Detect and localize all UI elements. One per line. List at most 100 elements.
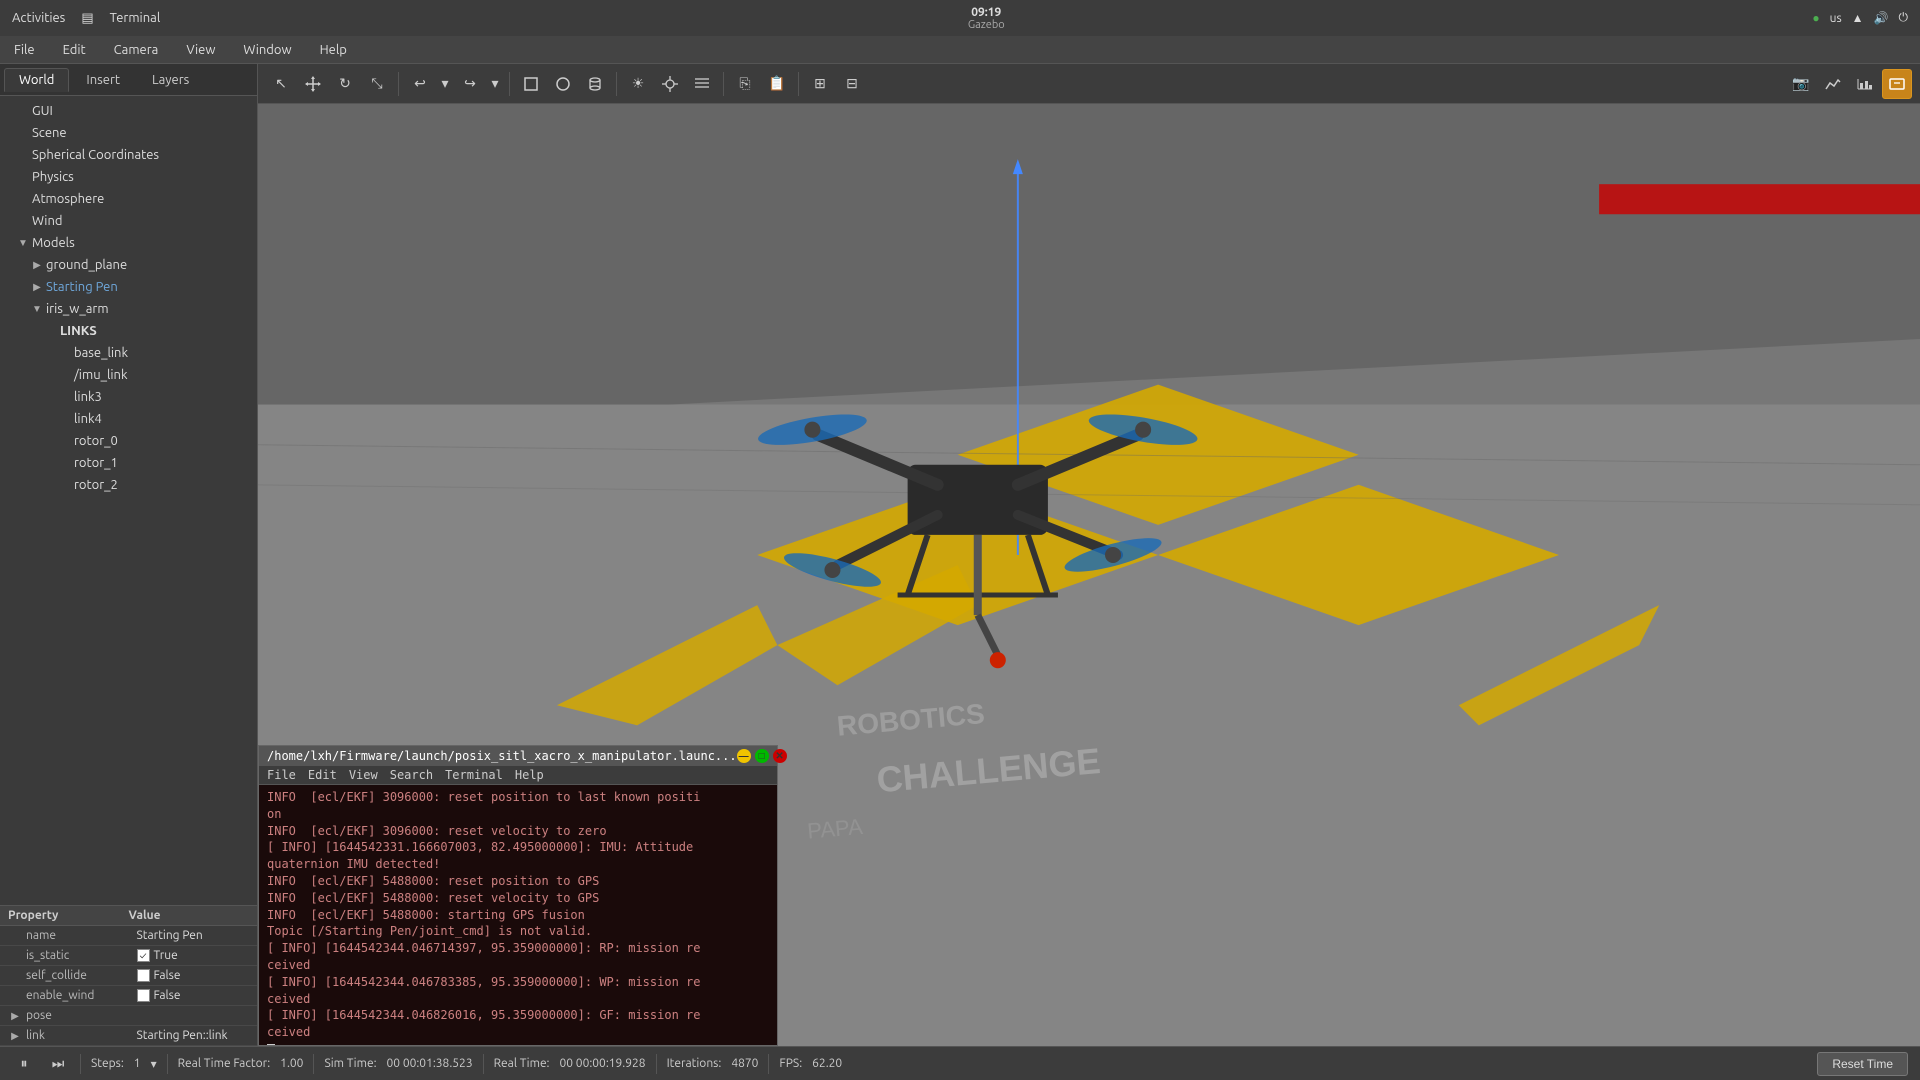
toolbar-translate-btn[interactable] [298, 69, 328, 99]
toolbar-sphere-btn[interactable] [548, 69, 578, 99]
tree-arrow-starting-pen: ▶ [30, 281, 44, 293]
props-col-value: Value [129, 909, 250, 922]
sim-time-label: Sim Time: [324, 1057, 376, 1070]
toolbar-stripe-btn[interactable] [687, 69, 717, 99]
toolbar-paste-btn[interactable]: 📋 [762, 69, 792, 99]
tree-item-imu-link[interactable]: /imu_link [0, 364, 257, 386]
toolbar-select-btn[interactable]: ↖ [266, 69, 296, 99]
sep-1 [80, 1054, 81, 1074]
toolbar-camera-btn[interactable]: 📷 [1786, 69, 1816, 99]
tree-item-models[interactable]: ▼ Models [0, 232, 257, 254]
toolbar-redo-dropdown[interactable]: ▾ [487, 69, 503, 99]
prop-row-is-static[interactable]: is_static ✓ True [0, 946, 257, 966]
terminal-titlebar-btns: — □ ✕ [737, 749, 787, 763]
checkbox-enable-wind[interactable] [137, 989, 150, 1002]
toolbar-sep-1 [398, 72, 399, 96]
tab-layers[interactable]: Layers [137, 68, 204, 92]
tree-item-physics[interactable]: Physics [0, 166, 257, 188]
term-menu-edit[interactable]: Edit [308, 768, 337, 782]
tree-item-rotor1[interactable]: rotor_1 [0, 452, 257, 474]
tree-item-base-link[interactable]: base_link [0, 342, 257, 364]
menu-file[interactable]: File [8, 41, 41, 59]
toolbar-active-btn[interactable] [1882, 69, 1912, 99]
prop-row-name[interactable]: name Starting Pen [0, 926, 257, 946]
tree-item-starting-pen[interactable]: ▶ Starting Pen [0, 276, 257, 298]
viewport-area[interactable]: CHALLENGE ROBOTICS PAPA /home/lxh/Firmwa… [258, 104, 1920, 1046]
toolbar-sep-5 [798, 72, 799, 96]
toolbar-copy-btn[interactable]: ⎘ [730, 69, 760, 99]
prop-row-pose[interactable]: ▶ pose [0, 1006, 257, 1026]
menu-window[interactable]: Window [237, 41, 297, 59]
tab-world[interactable]: World [4, 68, 69, 92]
checkbox-self-collide[interactable] [137, 969, 150, 982]
toolbar-redo-btn[interactable]: ↪ [455, 69, 485, 99]
tree-item-wind[interactable]: Wind [0, 210, 257, 232]
toolbar-directional-btn[interactable] [655, 69, 685, 99]
term-menu-terminal[interactable]: Terminal [445, 768, 503, 782]
tree-item-ground-plane[interactable]: ▶ ground_plane [0, 254, 257, 276]
tree-item-link3[interactable]: link3 [0, 386, 257, 408]
terminal-maximize-btn[interactable]: □ [755, 749, 769, 763]
toolbar-rotate-btn[interactable]: ↻ [330, 69, 360, 99]
menu-view[interactable]: View [180, 41, 221, 59]
toolbar-box-btn[interactable] [516, 69, 546, 99]
tree-label-gui: GUI [32, 104, 53, 118]
toolbar-align-btn[interactable]: ⊞ [805, 69, 835, 99]
sound-icon: 🔊 [1874, 11, 1889, 25]
term-line-12: [ INFO] [1644542344.046783385, 95.359000… [267, 974, 769, 991]
activities-label[interactable]: Activities [12, 11, 65, 25]
network-icon: ▲ [1852, 11, 1864, 25]
terminal-minimize-btn[interactable]: — [737, 749, 751, 763]
term-menu-file[interactable]: File [267, 768, 296, 782]
iterations-label: Iterations: [667, 1057, 722, 1070]
tree-item-spherical[interactable]: Spherical Coordinates [0, 144, 257, 166]
tree-item-scene[interactable]: Scene [0, 122, 257, 144]
toolbar-plot-btn[interactable] [1850, 69, 1880, 99]
toolbar-cylinder-btn[interactable] [580, 69, 610, 99]
prop-row-self-collide[interactable]: self_collide False [0, 966, 257, 986]
prop-row-link[interactable]: ▶ link Starting Pen::link [0, 1026, 257, 1046]
term-line-15: ceived [267, 1024, 769, 1041]
step-btn[interactable]: ⏭ [46, 1052, 70, 1076]
right-area: ↖ ↻ ⤡ ↩ ▾ ↪ ▾ [258, 64, 1920, 1046]
iterations-value: 4870 [731, 1057, 758, 1070]
terminal-app-label[interactable]: Terminal [110, 11, 161, 25]
reset-time-button[interactable]: Reset Time [1817, 1052, 1908, 1076]
term-menu-view[interactable]: View [349, 768, 378, 782]
term-line-3: INFO [ecl/EKF] 3096000: reset velocity t… [267, 823, 769, 840]
toolbar: ↖ ↻ ⤡ ↩ ▾ ↪ ▾ [258, 64, 1920, 104]
tree-item-atmosphere[interactable]: Atmosphere [0, 188, 257, 210]
toolbar-undo-dropdown[interactable]: ▾ [437, 69, 453, 99]
prop-value-is-static: ✓ True [129, 946, 258, 965]
toolbar-log-btn[interactable] [1818, 69, 1848, 99]
tree-item-links[interactable]: LINKS [0, 320, 257, 342]
tree-item-link4[interactable]: link4 [0, 408, 257, 430]
pause-btn[interactable]: ⏸ [12, 1052, 36, 1076]
menu-edit[interactable]: Edit [57, 41, 92, 59]
prop-row-enable-wind[interactable]: enable_wind False [0, 986, 257, 1006]
toolbar-sun-btn[interactable]: ☀ [623, 69, 653, 99]
term-line-4: [ INFO] [1644542331.166607003, 82.495000… [267, 839, 769, 856]
term-menu-help[interactable]: Help [515, 768, 544, 782]
tree-label-rotor2: rotor_2 [74, 478, 118, 492]
tree-item-rotor0[interactable]: rotor_0 [0, 430, 257, 452]
tree-item-gui[interactable]: GUI [0, 100, 257, 122]
tree-item-rotor2[interactable]: rotor_2 [0, 474, 257, 496]
steps-dropdown[interactable]: ▾ [151, 1057, 157, 1071]
toolbar-scale-btn[interactable]: ⤡ [362, 69, 392, 99]
prop-key-is-static: is_static [0, 946, 129, 965]
toolbar-undo-btn[interactable]: ↩ [405, 69, 435, 99]
term-line-7: INFO [ecl/EKF] 5488000: reset velocity t… [267, 890, 769, 907]
tree-item-iris-w-arm[interactable]: ▼ iris_w_arm [0, 298, 257, 320]
menu-camera[interactable]: Camera [108, 41, 165, 59]
terminal-content[interactable]: INFO [ecl/EKF] 3096000: reset position t… [259, 785, 777, 1045]
tree-label-link4: link4 [74, 412, 102, 426]
terminal-close-btn[interactable]: ✕ [773, 749, 787, 763]
checkbox-is-static[interactable]: ✓ [137, 949, 150, 962]
system-bar-left: Activities ▤ Terminal [12, 11, 160, 26]
term-menu-search[interactable]: Search [390, 768, 433, 782]
menu-help[interactable]: Help [314, 41, 353, 59]
term-line-10: [ INFO] [1644542344.046714397, 95.359000… [267, 940, 769, 957]
tab-insert[interactable]: Insert [71, 68, 135, 92]
toolbar-snap-btn[interactable]: ⊟ [837, 69, 867, 99]
